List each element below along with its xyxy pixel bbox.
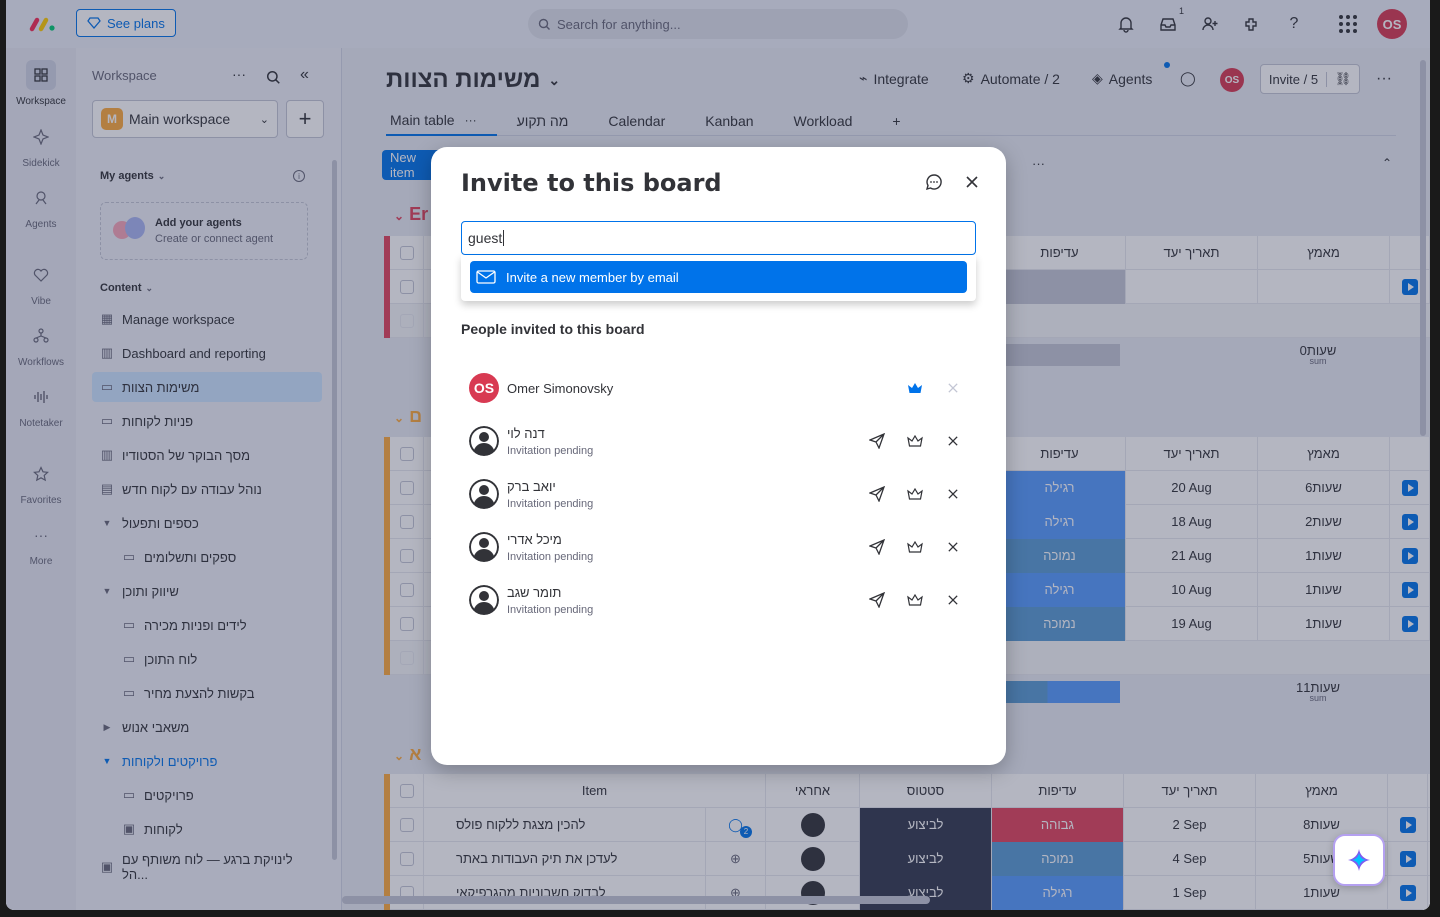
invite-input-value: guest <box>468 230 503 246</box>
close-icon[interactable] <box>961 171 983 193</box>
envelope-icon <box>476 270 496 284</box>
invited-person: OS Omer Simonovsky <box>469 368 969 408</box>
app-window: See plans Search for anything... 1 ? OS <box>6 0 1430 910</box>
remove-person-icon[interactable] <box>941 376 965 400</box>
crown-icon[interactable] <box>903 588 927 612</box>
person-name: דנה לוי <box>507 425 545 441</box>
crown-icon[interactable] <box>903 535 927 559</box>
person-name: יואב ברק <box>507 478 556 494</box>
sparkle-icon <box>1348 849 1370 871</box>
person-placeholder-icon <box>469 426 499 456</box>
resend-invite-icon[interactable] <box>865 429 889 453</box>
modal-title: Invite to this board <box>461 169 722 197</box>
remove-person-icon[interactable] <box>941 588 965 612</box>
invite-modal: Invite to this board guest Invite a new … <box>431 147 1006 765</box>
invited-person: תומר שגב Invitation pending <box>469 580 969 620</box>
remove-person-icon[interactable] <box>941 535 965 559</box>
invited-people-heading: People invited to this board <box>461 321 645 337</box>
crown-icon[interactable] <box>903 429 927 453</box>
ai-assistant-button[interactable] <box>1333 834 1385 886</box>
invitation-status: Invitation pending <box>507 550 594 563</box>
invitation-status: Invitation pending <box>507 444 594 457</box>
invite-by-email-label: Invite a new member by email <box>506 269 679 285</box>
person-placeholder-icon <box>469 479 499 509</box>
invited-person: יואב ברק Invitation pending <box>469 474 969 514</box>
person-placeholder-icon <box>469 532 499 562</box>
person-name: תומר שגב <box>507 584 562 600</box>
person-name: Omer Simonovsky <box>507 380 614 396</box>
person-placeholder-icon <box>469 585 499 615</box>
resend-invite-icon[interactable] <box>865 482 889 506</box>
crown-icon[interactable] <box>903 376 927 400</box>
person-name: מיכל אדרי <box>507 531 562 547</box>
invite-by-email-option[interactable]: Invite a new member by email <box>470 261 967 293</box>
invited-person: מיכל אדרי Invitation pending <box>469 527 969 567</box>
remove-person-icon[interactable] <box>941 482 965 506</box>
invite-suggestions-dropdown: Invite a new member by email <box>461 255 976 301</box>
invitation-status: Invitation pending <box>507 603 594 616</box>
person-avatar: OS <box>469 373 499 403</box>
resend-invite-icon[interactable] <box>865 588 889 612</box>
feedback-icon[interactable] <box>923 171 945 193</box>
remove-person-icon[interactable] <box>941 429 965 453</box>
resend-invite-icon[interactable] <box>865 535 889 559</box>
invite-search-input[interactable]: guest <box>461 221 976 255</box>
invitation-status: Invitation pending <box>507 497 594 510</box>
invited-person: דנה לוי Invitation pending <box>469 421 969 461</box>
crown-icon[interactable] <box>903 482 927 506</box>
